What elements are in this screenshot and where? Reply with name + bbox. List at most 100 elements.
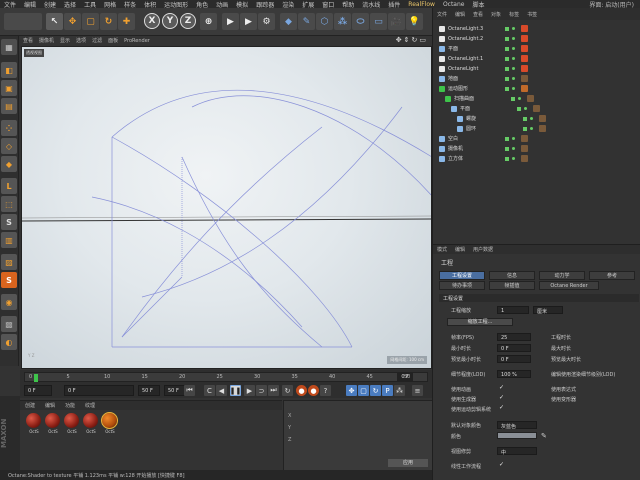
select-arrow-icon[interactable]: ↖	[46, 13, 63, 30]
object-row[interactable]: 扫描曲面	[439, 94, 639, 103]
render-picture-viewer-icon[interactable]: ▶	[240, 13, 257, 30]
object-name[interactable]: 圆环	[466, 125, 521, 132]
om-menu-objects[interactable]: 对象	[487, 11, 505, 18]
object-row[interactable]: 圆环	[439, 124, 639, 133]
tweak-icon[interactable]: ⬚	[1, 196, 17, 212]
object-name[interactable]: OctaneLight.1	[448, 56, 503, 62]
param-key-icon[interactable]: P	[382, 385, 393, 396]
menu-item-19[interactable]: RealFlow	[404, 1, 439, 8]
pen-spline-icon[interactable]: ✎	[298, 13, 315, 30]
object-name[interactable]: 螺旋	[466, 115, 521, 122]
rotation-key-icon[interactable]: ↻	[370, 385, 381, 396]
tab-info[interactable]: 信息	[489, 271, 535, 280]
checker-icon[interactable]: ▩	[1, 316, 17, 332]
visibility-check-icon[interactable]	[505, 146, 509, 151]
scale-unit-select[interactable]: 厘米	[533, 306, 563, 315]
enable-dot-icon[interactable]	[512, 157, 515, 160]
material-item[interactable]: OctS	[26, 413, 42, 434]
use-animation-checkbox[interactable]: ✓	[499, 385, 505, 391]
autokey-icon[interactable]: ●	[308, 385, 319, 396]
material-menu-function[interactable]: 功能	[60, 402, 80, 409]
tag-icon[interactable]	[521, 35, 528, 42]
viewport-menu-cameras[interactable]: 摄像机	[36, 37, 57, 44]
render-view-icon[interactable]: ▶	[222, 13, 239, 30]
position-key-icon[interactable]: ✥	[346, 385, 357, 396]
viewport-nav-icons[interactable]: ✥⇕↻▭	[396, 36, 428, 44]
object-row[interactable]: 立方体	[439, 154, 639, 163]
octane-icon[interactable]: ◉	[1, 294, 17, 310]
visibility-check-icon[interactable]	[505, 156, 509, 161]
am-menu-mode[interactable]: 模式	[433, 246, 451, 253]
playhead[interactable]	[34, 374, 38, 382]
live-selection-icon[interactable]: ✚	[118, 13, 135, 30]
visibility-check-icon[interactable]	[505, 136, 509, 141]
enable-dot-icon[interactable]	[512, 27, 515, 30]
object-row[interactable]: 摄像机	[439, 144, 639, 153]
light-icon[interactable]: 💡	[406, 13, 423, 30]
am-menu-edit[interactable]: 编辑	[451, 246, 469, 253]
tag-icon[interactable]	[521, 55, 528, 62]
visibility-check-icon[interactable]	[505, 56, 509, 61]
object-name[interactable]: 空白	[448, 135, 503, 142]
linear-workflow-checkbox[interactable]: ✓	[499, 462, 505, 468]
tag-icon[interactable]	[533, 105, 540, 112]
previous-frame-icon[interactable]: ◀	[216, 385, 227, 396]
object-row[interactable]: OctaneLight.3	[439, 24, 639, 33]
object-row[interactable]: OctaneLight.2	[439, 34, 639, 43]
object-row[interactable]: 螺旋	[439, 114, 639, 123]
play-pause-button[interactable]: ❚❚	[230, 385, 241, 396]
viewport-menu-filter[interactable]: 过滤	[89, 37, 105, 44]
om-menu-file[interactable]: 文件	[433, 11, 451, 18]
object-color-select[interactable]: 灰蓝色	[497, 421, 537, 430]
tab-project-settings[interactable]: 工程设置	[439, 271, 485, 280]
enable-dot-icon[interactable]	[530, 127, 533, 130]
enable-dot-icon[interactable]	[512, 87, 515, 90]
visibility-check-icon[interactable]	[523, 116, 527, 121]
enable-dot-icon[interactable]	[530, 117, 533, 120]
visibility-check-icon[interactable]	[505, 26, 509, 31]
z-axis-lock-icon[interactable]: Z	[180, 13, 196, 29]
enable-dot-icon[interactable]	[512, 77, 515, 80]
object-row[interactable]: 平面	[439, 104, 639, 113]
enable-dot-icon[interactable]	[512, 67, 515, 70]
object-row[interactable]: OctaneLight.1	[439, 54, 639, 63]
viewport[interactable]: 透视视图 Y Z 网格间距: 100 cm	[21, 46, 432, 369]
undo-redo-group[interactable]	[4, 13, 42, 30]
point-level-icon[interactable]: ⁂	[394, 385, 405, 396]
enable-dot-icon[interactable]	[518, 97, 521, 100]
coordinate-system-icon[interactable]: ⊕	[200, 13, 217, 30]
tab-reference[interactable]: 参考	[589, 271, 635, 280]
render-settings-icon[interactable]: ⚙	[258, 13, 275, 30]
am-menu-userdata[interactable]: 用户数据	[469, 246, 497, 253]
visibility-check-icon[interactable]	[517, 106, 521, 111]
fps-field[interactable]: 25	[497, 333, 531, 341]
enable-dot-icon[interactable]	[512, 137, 515, 140]
tag-icon[interactable]	[521, 75, 528, 82]
subdivision-icon[interactable]: ⬡	[316, 13, 333, 30]
keyframe-selection-icon[interactable]: ?	[320, 385, 331, 396]
magnet-icon[interactable]: ◐	[1, 334, 17, 350]
object-name[interactable]: 扫描曲面	[454, 95, 509, 102]
material-menu-create[interactable]: 创建	[20, 402, 40, 409]
deformer-icon[interactable]: ⬭	[352, 13, 369, 30]
tab-dynamics[interactable]: 动力学	[539, 271, 585, 280]
visibility-check-icon[interactable]	[505, 76, 509, 81]
snap-icon[interactable]: S	[1, 214, 17, 230]
edges-mode-icon[interactable]: ◇	[1, 138, 17, 154]
workplane-icon[interactable]: ▤	[1, 98, 17, 114]
object-name[interactable]: 地面	[448, 75, 503, 82]
scale-project-button[interactable]: 缩放工程...	[447, 318, 513, 326]
grid-snap-icon[interactable]: ▨	[1, 254, 17, 270]
object-row[interactable]: 平面	[439, 44, 639, 53]
menu-item-20[interactable]: Octane	[439, 1, 469, 8]
material-menu-edit[interactable]: 编辑	[40, 402, 60, 409]
go-to-end-icon[interactable]: ⏭	[268, 385, 279, 396]
make-editable-icon[interactable]: ▦	[1, 39, 17, 55]
enable-dot-icon[interactable]	[512, 57, 515, 60]
y-axis-lock-icon[interactable]: Y	[162, 13, 178, 29]
scale-key-icon[interactable]: ▢	[358, 385, 369, 396]
object-name[interactable]: 立方体	[448, 155, 503, 162]
current-frame-field[interactable]: 0 F	[64, 385, 134, 396]
move-icon[interactable]: ✥	[64, 13, 81, 30]
min-time-field[interactable]: 0 F	[497, 344, 531, 352]
